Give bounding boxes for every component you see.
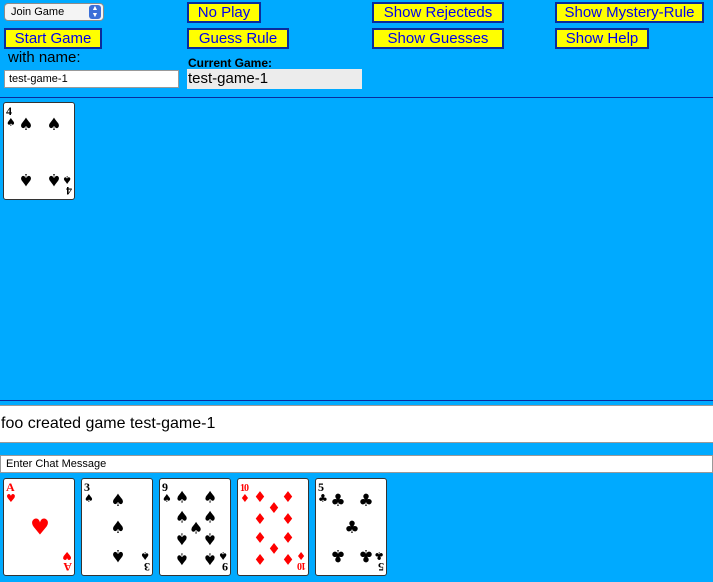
card-suit-icon: ♠ <box>62 173 72 186</box>
show-help-button[interactable]: Show Help <box>555 28 649 49</box>
spade-pip-icon: ♠ <box>175 508 189 527</box>
card-suit-icon: ♣ <box>318 492 328 505</box>
diamond-pip-icon: ♦ <box>253 510 266 528</box>
chat-message-input[interactable]: Enter Chat Message <box>0 455 713 473</box>
log-message: foo created game test-game-1 <box>1 415 216 432</box>
panel-divider <box>0 97 713 98</box>
diamond-pip-icon: ♦ <box>253 550 266 568</box>
guess-rule-button[interactable]: Guess Rule <box>187 28 289 49</box>
game-mode-value: Join Game <box>11 6 65 18</box>
game-log: foo created game test-game-1 <box>0 405 713 443</box>
diamond-pip-icon: ♦ <box>267 539 280 557</box>
card-suit-icon: ♠ <box>140 549 150 562</box>
card-suit-icon: ♥ <box>6 492 16 505</box>
with-name-label: with name: <box>8 49 81 66</box>
card-suit-icon: ♠ <box>84 492 94 505</box>
hand-card-9-of-spades[interactable]: 9 ♠ 9 ♠ ♠ ♠ ♠ ♠ ♠ ♠ ♠ ♠ ♠ <box>159 478 231 576</box>
diamond-pip-icon: ♦ <box>267 499 280 517</box>
hand-card-10-of-diamonds[interactable]: 10 ♦ 10 ♦ ♦ ♦ ♦ ♦ ♦ ♦ ♦ ♦ ♦ ♦ <box>237 478 309 576</box>
spade-pip-icon: ♠ <box>203 488 217 507</box>
card-suit-icon: ♥ <box>62 549 72 562</box>
card-suit-icon: ♠ <box>6 116 16 129</box>
current-game-label: Current Game: <box>188 56 273 70</box>
no-play-button[interactable]: No Play <box>187 2 261 23</box>
spade-pip-icon: ♠ <box>203 550 217 569</box>
spade-pip-icon: ♠ <box>110 545 125 565</box>
diamond-pip-icon: ♦ <box>281 528 294 546</box>
spade-pip-icon: ♠ <box>46 115 61 135</box>
card-suit-icon: ♦ <box>240 492 250 505</box>
show-guesses-button[interactable]: Show Guesses <box>372 28 504 49</box>
spade-pip-icon: ♠ <box>175 530 189 549</box>
diamond-pip-icon: ♦ <box>253 488 266 506</box>
club-pip-icon: ♣ <box>330 491 345 511</box>
diamond-pip-icon: ♦ <box>253 528 266 546</box>
card-suit-icon: ♠ <box>162 492 172 505</box>
hand-card-5-of-clubs[interactable]: 5 ♣ 5 ♣ ♣ ♣ ♣ ♣ ♣ <box>315 478 387 576</box>
hand-card-3-of-spades[interactable]: 3 ♠ 3 ♠ ♠ ♠ ♠ <box>81 478 153 576</box>
show-mystery-rule-button[interactable]: Show Mystery-Rule <box>555 2 704 23</box>
card-suit-icon: ♦ <box>296 549 306 562</box>
spade-pip-icon: ♠ <box>110 518 125 538</box>
hand-card-A-of-hearts[interactable]: A ♥ A ♥ ♥ <box>3 478 75 576</box>
player-name-input[interactable]: test-game-1 <box>4 70 179 88</box>
spade-pip-icon: ♠ <box>189 519 203 538</box>
diamond-pip-icon: ♦ <box>281 550 294 568</box>
spade-pip-icon: ♠ <box>46 169 61 189</box>
spade-pip-icon: ♠ <box>175 550 189 569</box>
club-pip-icon: ♣ <box>330 545 345 565</box>
card-suit-icon: ♠ <box>218 549 228 562</box>
spade-pip-icon: ♠ <box>18 169 33 189</box>
spade-pip-icon: ♠ <box>175 488 189 507</box>
control-panel: Join Game ▲ ▼ No Play Show Rejecteds Show… <box>0 0 713 97</box>
spade-pip-icon: ♠ <box>18 115 33 135</box>
club-pip-icon: ♣ <box>344 518 359 538</box>
played-card-4-of-spades: 4 ♠ 4 ♠ ♠ ♠ ♠ ♠ <box>3 102 75 200</box>
heart-pip-icon: ♥ <box>30 516 50 541</box>
show-rejecteds-button[interactable]: Show Rejecteds <box>372 2 504 23</box>
start-game-button[interactable]: Start Game <box>4 28 102 49</box>
diamond-pip-icon: ♦ <box>281 488 294 506</box>
board-divider <box>0 400 713 401</box>
spade-pip-icon: ♠ <box>203 530 217 549</box>
select-arrows-icon: ▲ ▼ <box>89 5 101 19</box>
diamond-pip-icon: ♦ <box>281 510 294 528</box>
card-suit-icon: ♣ <box>374 549 384 562</box>
club-pip-icon: ♣ <box>358 491 373 511</box>
spade-pip-icon: ♠ <box>203 508 217 527</box>
club-pip-icon: ♣ <box>358 545 373 565</box>
spade-pip-icon: ♠ <box>110 491 125 511</box>
game-mode-select[interactable]: Join Game ▲ ▼ <box>4 3 104 21</box>
current-game-field: test-game-1 <box>187 69 362 89</box>
